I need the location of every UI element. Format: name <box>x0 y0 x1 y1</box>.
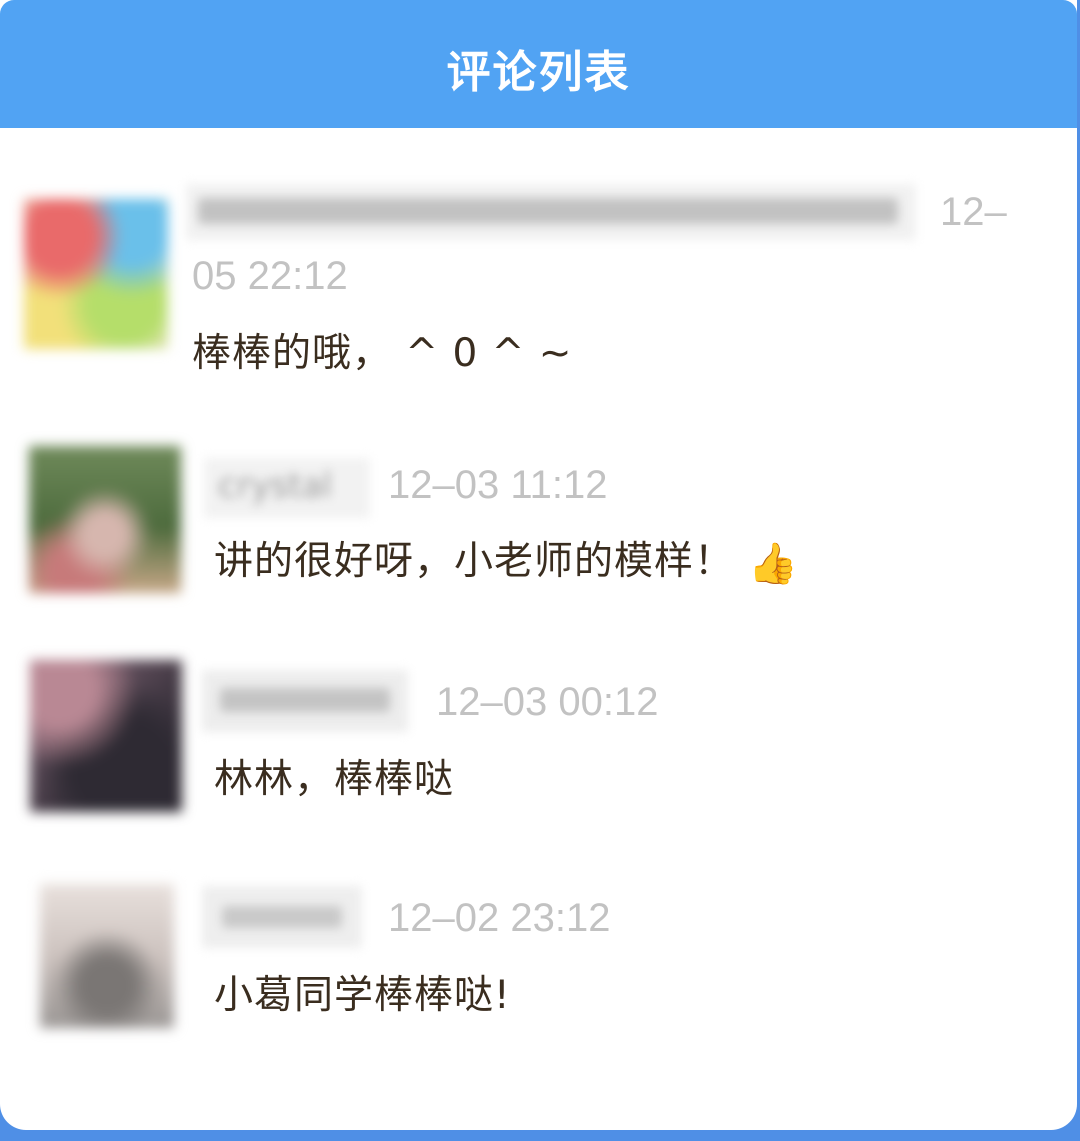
username: crystal <box>218 466 333 506</box>
avatar[interactable] <box>24 199 168 349</box>
comment-text: 讲的很好呀，小老师的模样！ 👍 <box>214 530 799 587</box>
avatar[interactable] <box>30 660 182 812</box>
header-bar: 评论列表 <box>0 0 1077 128</box>
comment-time: 12–02 23:12 <box>388 896 611 940</box>
username-blurred[interactable] <box>186 184 916 240</box>
thumbs-up-icon: 👍 <box>748 541 799 587</box>
username-blurred[interactable] <box>202 670 408 732</box>
comment-text: 林林，棒棒哒 <box>214 757 455 802</box>
comment-time: 12–03 11:12 <box>388 463 608 507</box>
username-blurred[interactable]: crystal <box>204 458 370 518</box>
comment-time: 12– <box>940 190 1007 234</box>
username-blurred[interactable] <box>202 886 362 948</box>
comment-text-body: 讲的很好呀，小老师的模样！ <box>214 539 735 584</box>
page-title: 评论列表 <box>446 47 631 98</box>
comment-time: 12–03 00:12 <box>436 680 659 724</box>
comment-text: 小葛同学棒棒哒! <box>214 973 511 1018</box>
avatar[interactable] <box>29 446 181 593</box>
comment-time-continued: 05 22:12 <box>192 254 348 298</box>
avatar[interactable] <box>40 884 174 1028</box>
comment-text: 棒棒的哦， ^ 0 ^ ~ <box>192 331 573 376</box>
comment-list-panel: 评论列表 12– 05 22:12 棒棒的哦， ^ 0 ^ ~ crystal … <box>0 0 1077 1130</box>
